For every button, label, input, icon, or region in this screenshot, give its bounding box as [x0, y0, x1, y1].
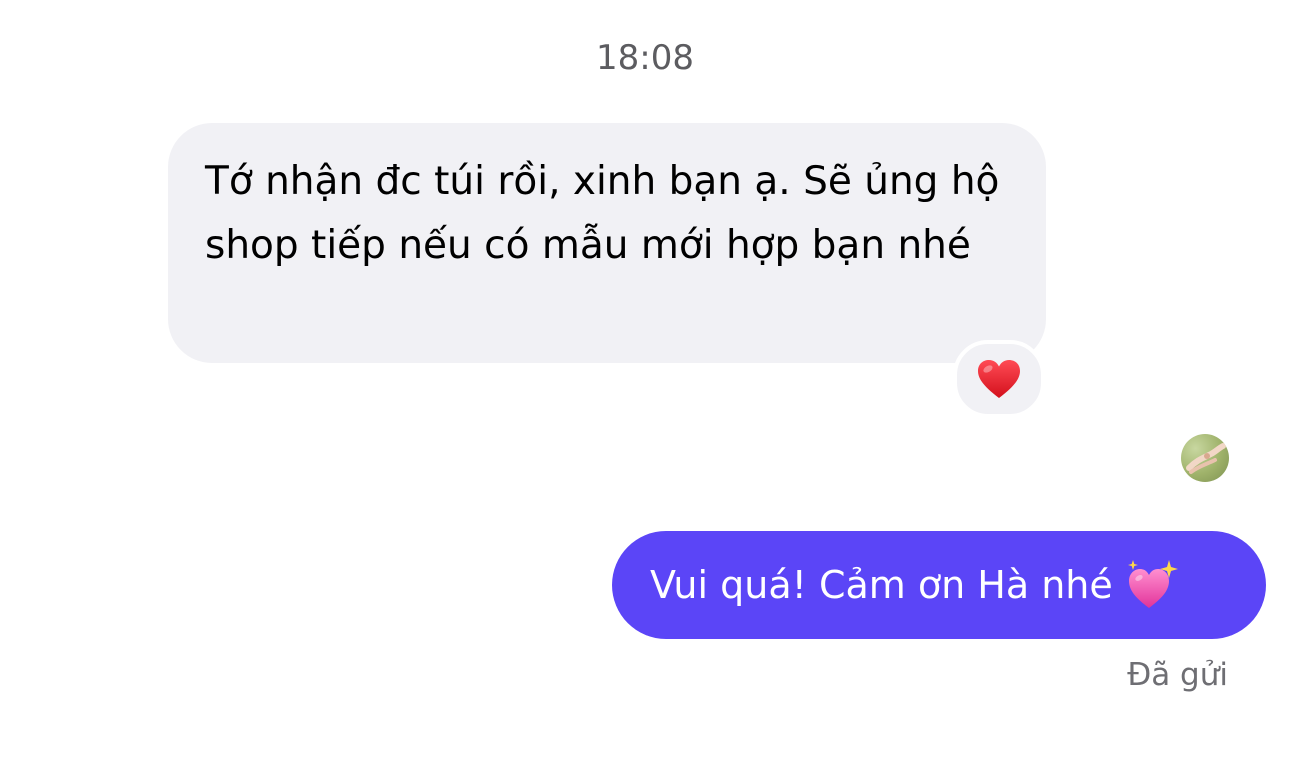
- incoming-message-bubble[interactable]: Tớ nhận đc túi rồi, xinh bạn ạ. Sẽ ủng h…: [168, 123, 1046, 363]
- message-status: Đã gửi: [1127, 657, 1228, 693]
- outgoing-message-bubble[interactable]: Vui quá! Cảm ơn Hà nhé: [612, 531, 1266, 639]
- message-timestamp: 18:08: [596, 38, 694, 78]
- avatar[interactable]: [1181, 434, 1229, 482]
- sparkling-heart-icon: [1125, 558, 1179, 612]
- message-reaction[interactable]: [953, 340, 1045, 418]
- incoming-message-text: Tớ nhận đc túi rồi, xinh bạn ạ. Sẽ ủng h…: [205, 159, 1000, 268]
- heart-reaction-icon: [976, 358, 1022, 400]
- outgoing-message-text: Vui quá! Cảm ơn Hà nhé: [650, 563, 1113, 607]
